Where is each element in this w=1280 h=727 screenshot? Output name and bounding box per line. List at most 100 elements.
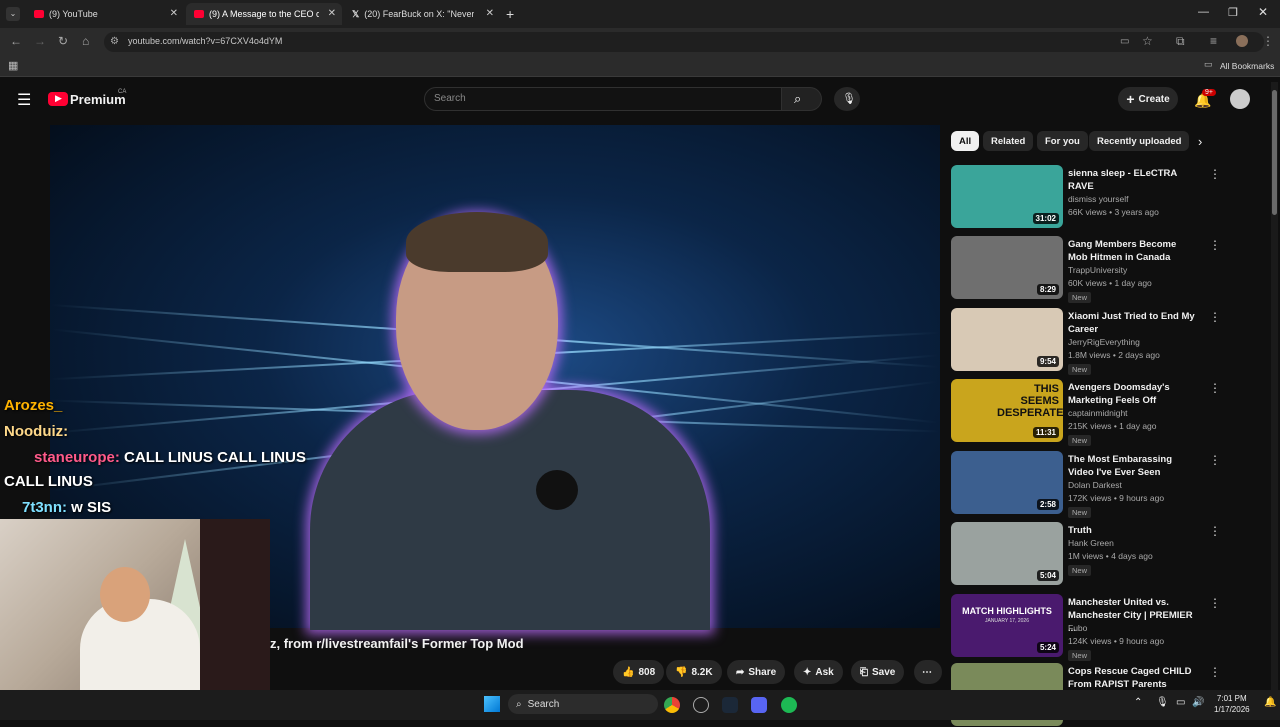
video-thumbnail[interactable]: 9:54 <box>951 308 1063 371</box>
close-tab-icon[interactable]: ✕ <box>486 8 494 19</box>
channel-name[interactable]: JerryRigEverything <box>1068 337 1140 347</box>
volume-icon[interactable]: 🔊 <box>1192 697 1204 708</box>
tab-youtube[interactable]: (9) YouTube ✕ <box>26 3 184 25</box>
recommendation-title[interactable]: Manchester United vs. Manchester City | … <box>1068 596 1198 635</box>
profile-avatar-icon[interactable] <box>1236 35 1248 47</box>
browser-tab-bar: ⌄ (9) YouTube ✕ (9) A Message to the CEO… <box>0 0 1280 28</box>
voice-search-button[interactable]: 🎙 <box>834 87 860 111</box>
search-input[interactable]: Search <box>424 87 782 111</box>
more-options-icon[interactable]: ⋮ <box>1209 310 1221 324</box>
more-options-icon[interactable]: ⋮ <box>1209 665 1221 679</box>
recommendation-item[interactable]: MATCH HIGHLIGHTS JANUARY 17, 2026 5:24 Manc… <box>951 594 1271 661</box>
close-window-button[interactable]: ✕ <box>1258 5 1268 19</box>
video-thumbnail[interactable]: THIS SEEMS DESPERATE 11:31 <box>951 379 1063 442</box>
close-tab-icon[interactable]: ✕ <box>328 8 336 19</box>
tab-x-post[interactable]: 𝕏 (20) FearBuck on X: "Never bef ✕ <box>344 3 500 25</box>
tab-title: (9) A Message to the CEO of Re <box>209 9 319 19</box>
more-options-icon[interactable]: ⋮ <box>1209 167 1221 181</box>
scrollbar-thumb[interactable] <box>1272 90 1277 215</box>
new-tab-button[interactable]: + <box>506 6 514 22</box>
taskbar-clock[interactable]: 7:01 PM 1/17/2026 <box>1214 693 1250 715</box>
video-thumbnail[interactable]: 5:04 <box>951 522 1063 585</box>
recommendation-title[interactable]: Avengers Doomsday's Marketing Feels Off <box>1068 381 1198 407</box>
url-text[interactable]: youtube.com/watch?v=67CXV4o4dYM <box>128 36 282 46</box>
notification-center-icon[interactable]: 🔔 <box>1264 697 1276 708</box>
channel-name[interactable]: TrappUniversity <box>1068 265 1127 275</box>
extensions-icon[interactable]: ⧉ <box>1176 34 1185 49</box>
chip-for-you[interactable]: For you <box>1037 131 1088 151</box>
back-arrow-icon[interactable]: ← <box>10 34 22 48</box>
install-icon[interactable]: ▭ <box>1120 36 1129 47</box>
reload-icon[interactable]: ↻ <box>58 34 68 48</box>
duration-badge: 31:02 <box>1032 213 1059 224</box>
more-options-icon[interactable]: ⋮ <box>1209 596 1221 610</box>
browser-menu-icon[interactable]: ⋮ <box>1262 34 1274 48</box>
recommendation-title[interactable]: Cops Rescue Caged CHILD From RAPIST Pare… <box>1068 665 1198 691</box>
tray-chevron-icon[interactable]: ⌃ <box>1134 697 1142 708</box>
site-info-icon[interactable]: ⚙ <box>110 36 119 47</box>
search-button[interactable]: ⌕ <box>782 87 822 111</box>
save-button[interactable]: ⎗ Save <box>851 660 905 684</box>
more-options-icon[interactable]: ⋮ <box>1209 524 1221 538</box>
chrome-icon[interactable] <box>664 697 680 713</box>
hamburger-menu-icon[interactable]: ☰ <box>17 90 31 110</box>
channel-name[interactable]: Dolan Darkest <box>1068 480 1122 490</box>
chevron-right-icon[interactable]: › <box>1198 134 1202 149</box>
recommendation-item[interactable]: 2:58 The Most Embarassing Video I've Ever… <box>951 451 1271 518</box>
create-button[interactable]: + Create <box>1118 87 1178 111</box>
media-controls-icon[interactable]: ≡ <box>1210 34 1217 48</box>
all-bookmarks-link[interactable]: All Bookmarks <box>1220 61 1274 71</box>
clock-date: 1/17/2026 <box>1214 705 1250 714</box>
chip-recently-uploaded[interactable]: Recently uploaded <box>1089 131 1190 151</box>
sparkle-icon: ✦ <box>803 666 812 678</box>
video-thumbnail[interactable]: 31:02 <box>951 165 1063 228</box>
share-button[interactable]: ➦ Share <box>727 660 786 684</box>
minimize-button[interactable]: — <box>1198 6 1209 18</box>
recommendation-title[interactable]: Gang Members Become Mob Hitmen in Canada <box>1068 238 1198 264</box>
bookmark-star-icon[interactable]: ☆ <box>1142 34 1153 48</box>
steam-icon[interactable] <box>722 697 738 713</box>
taskbar-search[interactable]: ⌕ Search <box>508 694 658 714</box>
app-icon[interactable] <box>693 697 709 713</box>
account-avatar[interactable] <box>1230 89 1250 109</box>
chip-all[interactable]: All <box>951 131 980 151</box>
recommendation-title[interactable]: Truth <box>1068 524 1198 537</box>
video-thumbnail[interactable]: 2:58 <box>951 451 1063 514</box>
channel-name[interactable]: Hank Green <box>1068 538 1114 548</box>
chip-related[interactable]: Related <box>983 131 1034 151</box>
apps-grid-icon[interactable]: ▦ <box>8 59 18 72</box>
discord-icon[interactable] <box>751 697 767 713</box>
recommendation-title[interactable]: sienna sleep - ELeCTRA RAVE <box>1068 167 1198 193</box>
video-thumbnail[interactable]: MATCH HIGHLIGHTS JANUARY 17, 2026 5:24 <box>951 594 1063 657</box>
restore-button[interactable]: ❐ <box>1228 6 1238 19</box>
video-thumbnail[interactable]: 8:29 <box>951 236 1063 299</box>
mic-tray-icon[interactable]: 🎙 <box>1156 697 1169 708</box>
close-tab-icon[interactable]: ✕ <box>170 8 178 19</box>
like-button[interactable]: 👍 808 <box>613 660 665 684</box>
recommendation-item[interactable]: 31:02 sienna sleep - ELeCTRA RAVE dismiss … <box>951 165 1271 229</box>
channel-name[interactable]: dismiss yourself <box>1068 194 1128 204</box>
more-options-icon[interactable]: ⋮ <box>1209 381 1221 395</box>
more-options-icon[interactable]: ⋮ <box>1209 238 1221 252</box>
tab-active-video[interactable]: (9) A Message to the CEO of Re ✕ <box>186 3 342 25</box>
recommendation-item[interactable]: 8:29 Gang Members Become Mob Hitmen in Ca… <box>951 236 1271 303</box>
tab-title: (9) YouTube <box>49 9 98 19</box>
spotify-icon[interactable] <box>781 697 797 713</box>
network-icon[interactable]: ▭ <box>1176 697 1185 708</box>
more-actions-button[interactable]: ⋯ <box>914 660 942 684</box>
recommendation-item[interactable]: 9:54 Xiaomi Just Tried to End My Career Je… <box>951 308 1271 375</box>
channel-name[interactable]: Fubo <box>1068 623 1087 633</box>
ask-button[interactable]: ✦ Ask <box>794 660 843 684</box>
home-icon[interactable]: ⌂ <box>82 34 89 48</box>
channel-name[interactable]: captainmidnight <box>1068 408 1128 418</box>
more-options-icon[interactable]: ⋮ <box>1209 453 1221 467</box>
tab-list-icon[interactable]: ⌄ <box>6 7 20 21</box>
recommendation-item[interactable]: THIS SEEMS DESPERATE 11:31 Avengers Doomsd… <box>951 379 1271 446</box>
duration-badge: 8:29 <box>1036 284 1059 295</box>
forward-arrow-icon[interactable]: → <box>34 34 46 48</box>
recommendation-title[interactable]: Xiaomi Just Tried to End My Career <box>1068 310 1198 336</box>
recommendation-title[interactable]: The Most Embarassing Video I've Ever See… <box>1068 453 1198 479</box>
dislike-button[interactable]: 👎 8.2K <box>666 660 722 684</box>
recommendation-item[interactable]: 5:04 Truth Hank Green 1M views • 4 days ago… <box>951 522 1271 586</box>
windows-start-icon[interactable] <box>484 696 500 712</box>
